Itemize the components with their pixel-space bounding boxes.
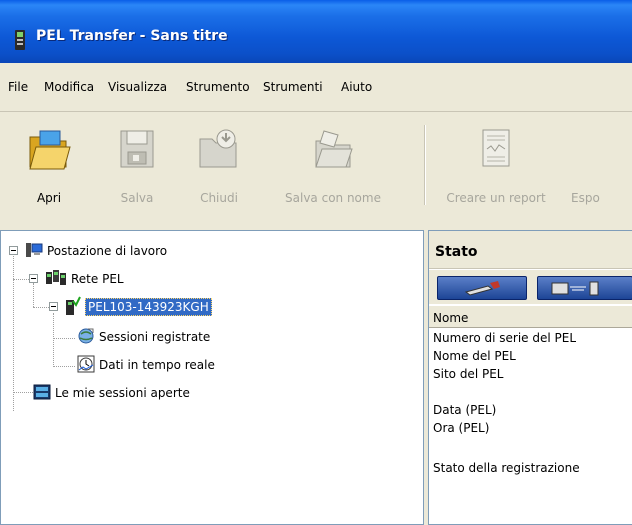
menu-file[interactable]: File [8, 80, 28, 94]
toolbar: Apri Salva Chiudi Salva con nome Creare … [0, 113, 632, 225]
property-row: Ora (PEL) [433, 421, 490, 435]
collapse-toggle[interactable] [9, 246, 18, 255]
menu-strumenti[interactable]: Strumenti [263, 80, 323, 94]
open-button-label: Apri [36, 191, 62, 205]
tree-label-recorded-sessions: Sessioni registrate [99, 330, 211, 344]
network-icon [45, 269, 67, 290]
menu-strumento[interactable]: Strumento [186, 80, 250, 94]
tree-label-pel-device: PEL103-143923KGH [85, 298, 212, 316]
pel-device-icon [14, 30, 26, 53]
menu-aiuto[interactable]: Aiuto [341, 80, 372, 94]
menu-modifica[interactable]: Modifica [44, 80, 94, 94]
property-row: Nome del PEL [433, 349, 516, 363]
tree-item-pel-device[interactable]: PEL103-143923KGH [1, 296, 421, 319]
save-as-button[interactable]: Salva con nome [272, 113, 394, 225]
status-toolbar [429, 270, 632, 304]
property-row: Stato della registrazione [433, 461, 580, 475]
report-document-icon [482, 129, 510, 167]
create-report-button-label: Creare un report [446, 191, 546, 205]
property-row: Data (PEL) [433, 403, 497, 417]
configure-tools-button[interactable] [437, 276, 527, 300]
close-button-label: Chiudi [200, 191, 238, 205]
device-connect-button[interactable] [537, 276, 632, 300]
tree-item-workstation[interactable]: Postazione di lavoro [1, 241, 421, 261]
device-connect-icon [551, 281, 599, 296]
globe-icon [77, 327, 95, 348]
tree-item-my-open-sessions[interactable]: Le mie sessioni aperte [1, 383, 421, 403]
save-as-folder-icon [315, 130, 353, 168]
column-header-name[interactable]: Nome [429, 305, 632, 328]
tree-item-realtime-data[interactable]: Dati in tempo reale [1, 355, 421, 375]
clock-icon [77, 355, 95, 376]
tools-icon [464, 281, 500, 296]
save-as-button-label: Salva con nome [285, 191, 381, 205]
status-panel-header: Stato [429, 231, 632, 269]
export-button[interactable]: Espo [570, 113, 632, 225]
open-button[interactable]: Apri [10, 113, 88, 225]
save-button-label: Salva [120, 191, 154, 205]
save-button[interactable]: Salva [98, 113, 176, 225]
status-panel: Stato Nome Numero di serie del PEL Nome … [428, 230, 632, 525]
sessions-icon [33, 383, 51, 404]
collapse-toggle[interactable] [29, 274, 38, 283]
column-header-label: Nome [433, 311, 469, 325]
property-row: Numero di serie del PEL [433, 331, 576, 345]
window-title: PEL Transfer - Sans titre [36, 28, 228, 44]
tree-item-recorded-sessions[interactable]: Sessioni registrate [1, 327, 421, 347]
title-bar: PEL Transfer - Sans titre [0, 0, 632, 63]
close-folder-icon [199, 129, 237, 168]
property-row: Sito del PEL [433, 367, 504, 381]
menu-bar: File Modifica Visualizza Strumento Strum… [0, 63, 632, 112]
status-panel-title: Stato [435, 244, 478, 260]
collapse-toggle[interactable] [49, 302, 58, 311]
toolbar-separator [424, 125, 426, 205]
tree-label-pel-network: Rete PEL [71, 272, 124, 286]
close-button[interactable]: Chiudi [180, 113, 258, 225]
export-button-label: Espo [571, 191, 600, 205]
create-report-button[interactable]: Creare un report [434, 113, 558, 225]
computer-icon [25, 241, 43, 262]
menu-visualizza[interactable]: Visualizza [108, 80, 167, 94]
tree-label-workstation: Postazione di lavoro [47, 244, 168, 258]
tree-label-my-open-sessions: Le mie sessioni aperte [55, 386, 190, 400]
tree-label-realtime-data: Dati in tempo reale [99, 358, 215, 372]
tree-panel: Postazione di lavoro Rete PEL PEL103-143… [0, 230, 424, 525]
open-folder-icon [29, 130, 71, 170]
floppy-disk-icon [120, 130, 154, 168]
pel-device-check-icon [65, 296, 81, 319]
tree-item-pel-network[interactable]: Rete PEL [1, 269, 421, 289]
